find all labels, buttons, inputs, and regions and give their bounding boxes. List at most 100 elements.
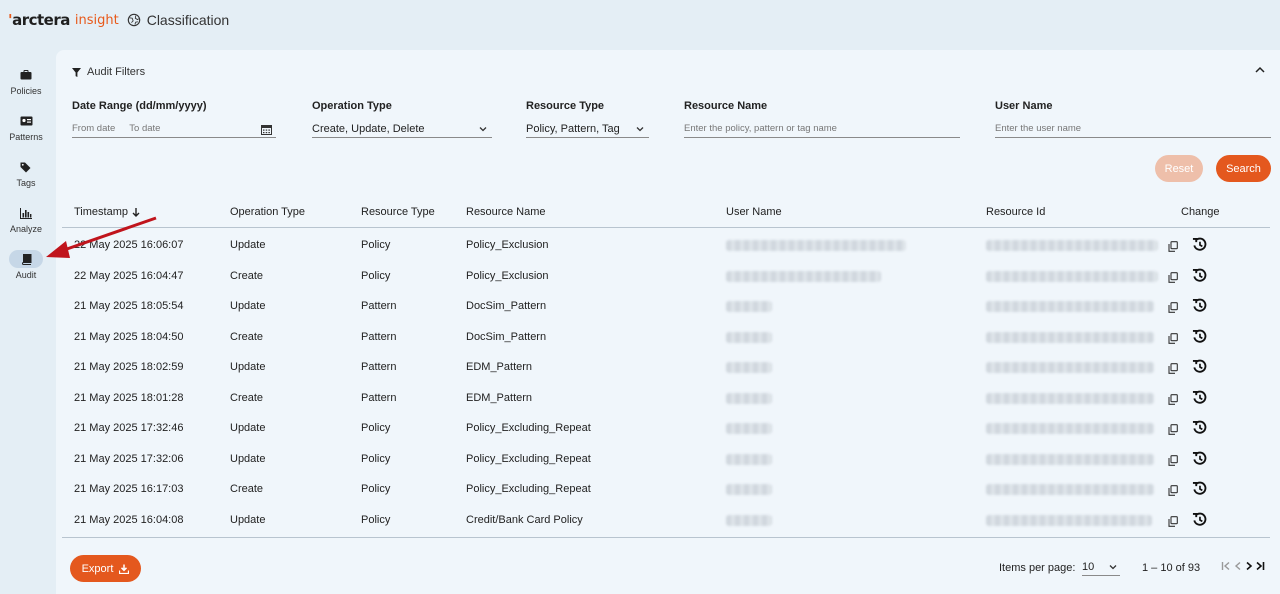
audit-filters-header[interactable]: Audit Filters [72, 66, 145, 78]
resource-id-cell-redacted [986, 270, 1158, 282]
sidebar-item-label: Analyze [9, 224, 43, 234]
user-name-cell-redacted [726, 362, 772, 373]
copy-icon[interactable] [1168, 424, 1178, 435]
resource-name-cell: Credit/Bank Card Policy [466, 513, 583, 526]
sidebar-item-analyze[interactable]: Analyze [0, 196, 52, 242]
sidebar-item-tags[interactable]: Tags [0, 150, 52, 196]
history-icon[interactable] [1192, 481, 1207, 496]
operation-type-select[interactable]: Create, Update, Delete [312, 120, 492, 138]
export-button[interactable]: Export [70, 555, 141, 582]
items-per-page-value: 10 [1082, 560, 1095, 573]
operation-type-cell: Update [230, 300, 266, 312]
to-date-input[interactable]: To date [129, 123, 160, 134]
user-name-cell-redacted [726, 423, 772, 434]
date-range-field[interactable]: From date To date [72, 120, 276, 138]
date-range-filter: Date Range (dd/mm/yyyy) From date To dat… [72, 100, 276, 138]
copy-icon[interactable] [1168, 515, 1178, 527]
copy-icon[interactable] [1168, 485, 1178, 496]
chevron-up-icon[interactable] [1254, 64, 1266, 76]
timestamp-cell: 22 May 2025 16:04:47 [74, 269, 184, 282]
user-name-cell-redacted [726, 514, 772, 526]
user-name-filter: User Name Enter the user name [995, 100, 1271, 138]
pagination-range: 1 – 10 of 93 [1142, 562, 1201, 574]
user-name-placeholder: Enter the user name [995, 123, 1082, 134]
operation-type-cell: Update [230, 422, 266, 434]
calendar-icon[interactable] [261, 124, 272, 135]
last-page-icon[interactable] [1254, 560, 1266, 572]
table-bottom-divider [62, 537, 1270, 538]
resource-name-cell: DocSim_Pattern [466, 330, 547, 343]
resource-id-cell-redacted [986, 453, 1154, 465]
first-page-icon[interactable] [1220, 560, 1232, 572]
resource-type-value: Policy, Pattern, Tag [526, 122, 620, 135]
operation-type-cell: Update [230, 513, 266, 526]
history-icon[interactable] [1192, 237, 1207, 252]
history-icon[interactable] [1192, 451, 1207, 466]
user-name-cell-redacted [726, 331, 772, 343]
resource-type-cell: Policy [361, 269, 391, 282]
sidebar-item-patterns[interactable]: Patterns [0, 104, 52, 150]
copy-icon[interactable] [1168, 271, 1178, 283]
resource-type-cell: Policy [361, 483, 391, 495]
column-header-user-name[interactable]: User Name [726, 206, 782, 218]
brand-subtitle: insight [74, 12, 119, 28]
column-header-resource-id[interactable]: Resource Id [986, 206, 1045, 218]
filter-icon [72, 67, 81, 77]
sidebar-item-label: Tags [16, 178, 36, 188]
column-header-timestamp[interactable]: Timestamp [74, 206, 141, 218]
history-icon[interactable] [1192, 512, 1207, 527]
history-icon[interactable] [1192, 298, 1207, 313]
history-icon[interactable] [1192, 390, 1207, 405]
resource-id-cell-redacted [986, 362, 1154, 373]
chevron-down-icon [636, 127, 644, 132]
copy-icon[interactable] [1168, 363, 1178, 374]
sidebar-item-audit[interactable]: Audit [0, 242, 52, 288]
table-row: 21 May 2025 16:17:03 Create Policy Policy_E… [62, 475, 1270, 506]
user-name-input[interactable]: Enter the user name [995, 120, 1271, 138]
user-name-cell-redacted [726, 240, 906, 251]
reset-button[interactable]: Reset [1155, 155, 1203, 182]
column-header-resource-type[interactable]: Resource Type [361, 206, 435, 218]
timestamp-cell: 21 May 2025 18:05:54 [74, 300, 184, 312]
sidebar-item-label: Patterns [9, 132, 43, 142]
resource-id-cell-redacted [986, 514, 1152, 526]
resource-id-cell-redacted [986, 484, 1154, 495]
items-per-page-select[interactable]: 10 [1082, 558, 1120, 576]
timestamp-cell: 22 May 2025 16:06:07 [74, 239, 184, 251]
search-button[interactable]: Search [1216, 155, 1271, 182]
history-icon[interactable] [1192, 268, 1207, 283]
resource-name-cell: Policy_Excluding_Repeat [466, 452, 591, 465]
from-date-input[interactable]: From date [72, 123, 115, 134]
resource-type-cell: Policy [361, 452, 391, 465]
user-name-cell-redacted [726, 484, 772, 495]
resource-name-cell: EDM_Pattern [466, 391, 533, 404]
bar-chart-icon [9, 204, 43, 222]
user-name-cell-redacted [726, 270, 881, 282]
timestamp-cell: 21 May 2025 17:32:06 [74, 452, 184, 465]
resource-type-cell: Policy [361, 422, 391, 434]
timestamp-cell: 21 May 2025 17:32:46 [74, 422, 184, 434]
export-label: Export [81, 562, 114, 575]
column-header-resource-name[interactable]: Resource Name [466, 206, 545, 218]
table-row: 21 May 2025 17:32:46 Update Policy Policy_E… [62, 414, 1270, 445]
history-icon[interactable] [1192, 420, 1207, 435]
resource-id-cell-redacted [986, 331, 1154, 343]
resource-id-cell-redacted [986, 240, 1158, 251]
history-icon[interactable] [1192, 329, 1207, 344]
id-card-icon [9, 112, 43, 130]
timestamp-cell: 21 May 2025 18:04:50 [74, 330, 184, 343]
copy-icon[interactable] [1168, 332, 1178, 344]
copy-icon[interactable] [1168, 302, 1178, 313]
operation-type-value: Create, Update, Delete [312, 122, 425, 135]
column-header-operation-type[interactable]: Operation Type [230, 206, 305, 218]
history-icon[interactable] [1192, 359, 1207, 374]
sidebar-item-policies[interactable]: Policies [0, 58, 52, 104]
brand-logo[interactable]: 'arctera [8, 11, 70, 29]
operation-type-cell: Create [230, 269, 264, 282]
resource-name-input[interactable]: Enter the policy, pattern or tag name [684, 120, 960, 138]
copy-icon[interactable] [1168, 241, 1178, 252]
copy-icon[interactable] [1168, 393, 1178, 405]
resource-id-cell-redacted [986, 392, 1154, 404]
copy-icon[interactable] [1168, 454, 1178, 466]
resource-type-select[interactable]: Policy, Pattern, Tag [526, 120, 649, 138]
